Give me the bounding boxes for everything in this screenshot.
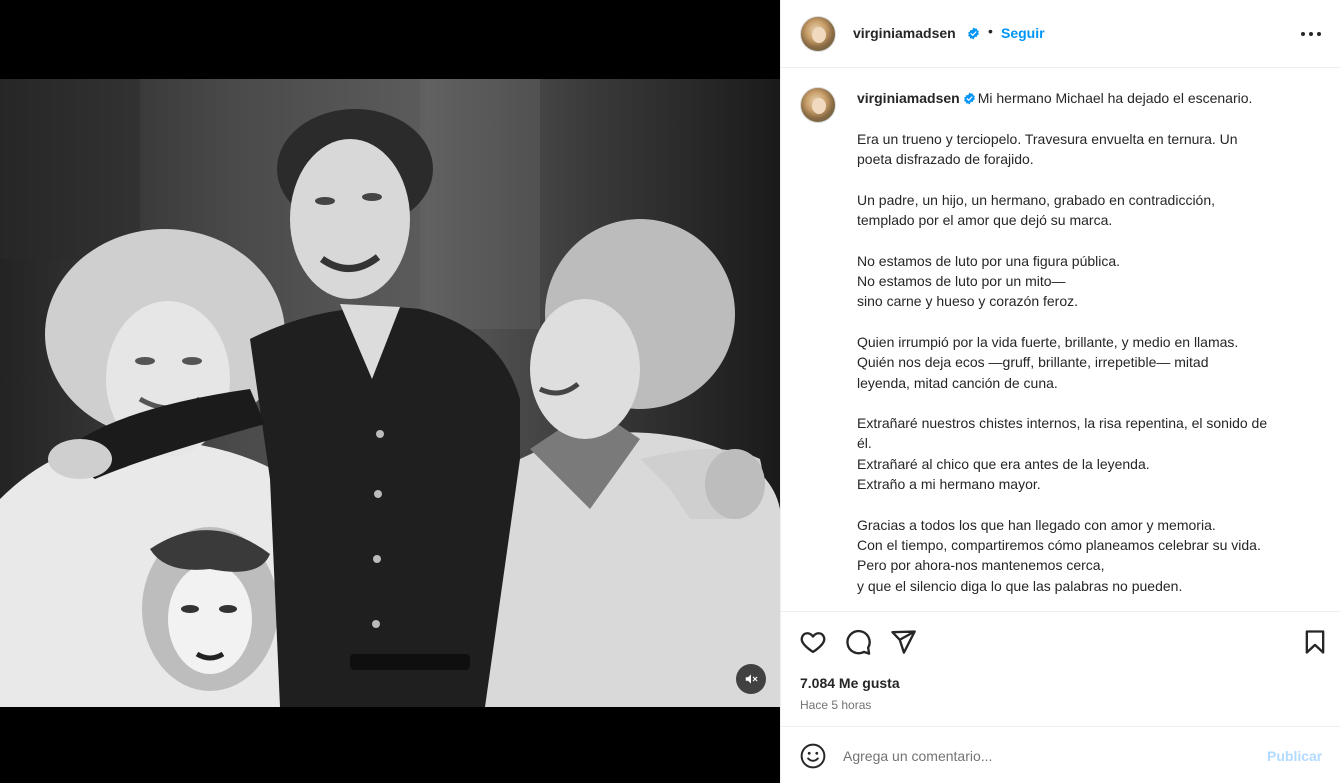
caption-line: leyenda, mitad canción de cuna. bbox=[857, 374, 1058, 391]
photo-illustration bbox=[0, 79, 780, 707]
caption-line bbox=[857, 230, 1327, 250]
caption-line: Un padre, un hijo, un hermano, grabado e… bbox=[857, 191, 1216, 208]
caption-line: él. bbox=[857, 435, 872, 452]
caption-line: Extrañaré nuestros chistes internos, la … bbox=[857, 415, 1268, 432]
caption-line: sino carne y hueso y corazón feroz. bbox=[857, 293, 1079, 310]
caption-line: poeta disfrazado de forajido. bbox=[857, 151, 1034, 168]
share-icon[interactable] bbox=[889, 628, 917, 656]
likes-count[interactable]: 7.084 Me gusta bbox=[800, 675, 900, 691]
caption-line bbox=[857, 170, 1327, 190]
publish-button[interactable]: Publicar bbox=[1267, 748, 1322, 764]
caption-avatar[interactable] bbox=[800, 87, 836, 123]
more-options-icon[interactable] bbox=[1297, 24, 1325, 44]
emoji-icon[interactable] bbox=[800, 743, 826, 769]
caption-line: y que el silencio diga lo que las palabr… bbox=[857, 577, 1183, 594]
mute-button[interactable] bbox=[736, 664, 766, 694]
separator-dot: • bbox=[988, 23, 993, 39]
comment-icon[interactable] bbox=[844, 628, 872, 656]
post-media[interactable] bbox=[0, 0, 780, 783]
heart-icon[interactable] bbox=[799, 628, 827, 656]
caption-line: templado por el amor que dejó su marca. bbox=[857, 212, 1113, 229]
caption-line: Extrañaré al chico que era antes de la l… bbox=[857, 455, 1150, 472]
caption-line: No estamos de luto por una figura públic… bbox=[857, 252, 1121, 269]
caption-line: Pero por ahora-nos mantenemos cerca, bbox=[857, 557, 1105, 574]
post-header: virginiamadsen • Seguir bbox=[781, 0, 1340, 68]
post-photo bbox=[0, 79, 780, 707]
post-actions: 7.084 Me gusta Hace 5 horas bbox=[781, 611, 1340, 727]
caption-line bbox=[857, 494, 1327, 514]
caption-line: No estamos de luto por un mito— bbox=[857, 273, 1066, 290]
follow-button[interactable]: Seguir bbox=[1001, 25, 1045, 41]
avatar[interactable] bbox=[800, 16, 836, 52]
caption-line bbox=[857, 393, 1327, 413]
caption-line: Extraño a mi hermano mayor. bbox=[857, 476, 1041, 493]
caption-line: Era un trueno y terciopelo. Travesura en… bbox=[857, 131, 1238, 147]
caption-username[interactable]: virginiamadsen bbox=[857, 90, 960, 106]
comment-input[interactable] bbox=[843, 745, 1243, 767]
caption-section: virginiamadsen Mi hermano Michael ha dej… bbox=[781, 69, 1340, 611]
caption-first-line: Mi hermano Michael ha dejado el escenari… bbox=[977, 90, 1253, 106]
post-timestamp[interactable]: Hace 5 horas bbox=[800, 698, 871, 712]
caption-line bbox=[857, 312, 1327, 332]
muted-speaker-icon bbox=[745, 674, 758, 684]
comment-bar: Publicar bbox=[781, 728, 1340, 783]
author-username[interactable]: virginiamadsen bbox=[853, 25, 956, 41]
caption-header: virginiamadsen Mi hermano Michael ha dej… bbox=[857, 89, 1327, 107]
caption-text: Era un trueno y terciopelo. Travesura en… bbox=[857, 129, 1327, 596]
caption-line: Con el tiempo, compartiremos cómo planea… bbox=[857, 536, 1261, 553]
caption-line: Quién nos deja ecos —gruff, brillante, i… bbox=[857, 354, 1209, 371]
verified-badge-icon bbox=[968, 27, 979, 40]
post-details-panel: virginiamadsen • Seguir virginiamadsen M… bbox=[780, 0, 1340, 783]
verified-badge-icon bbox=[963, 92, 975, 105]
caption-line: Gracias a todos los que han llegado con … bbox=[857, 516, 1216, 533]
caption-line: Quien irrumpió por la vida fuerte, brill… bbox=[857, 333, 1239, 350]
bookmark-icon[interactable] bbox=[1301, 628, 1329, 656]
